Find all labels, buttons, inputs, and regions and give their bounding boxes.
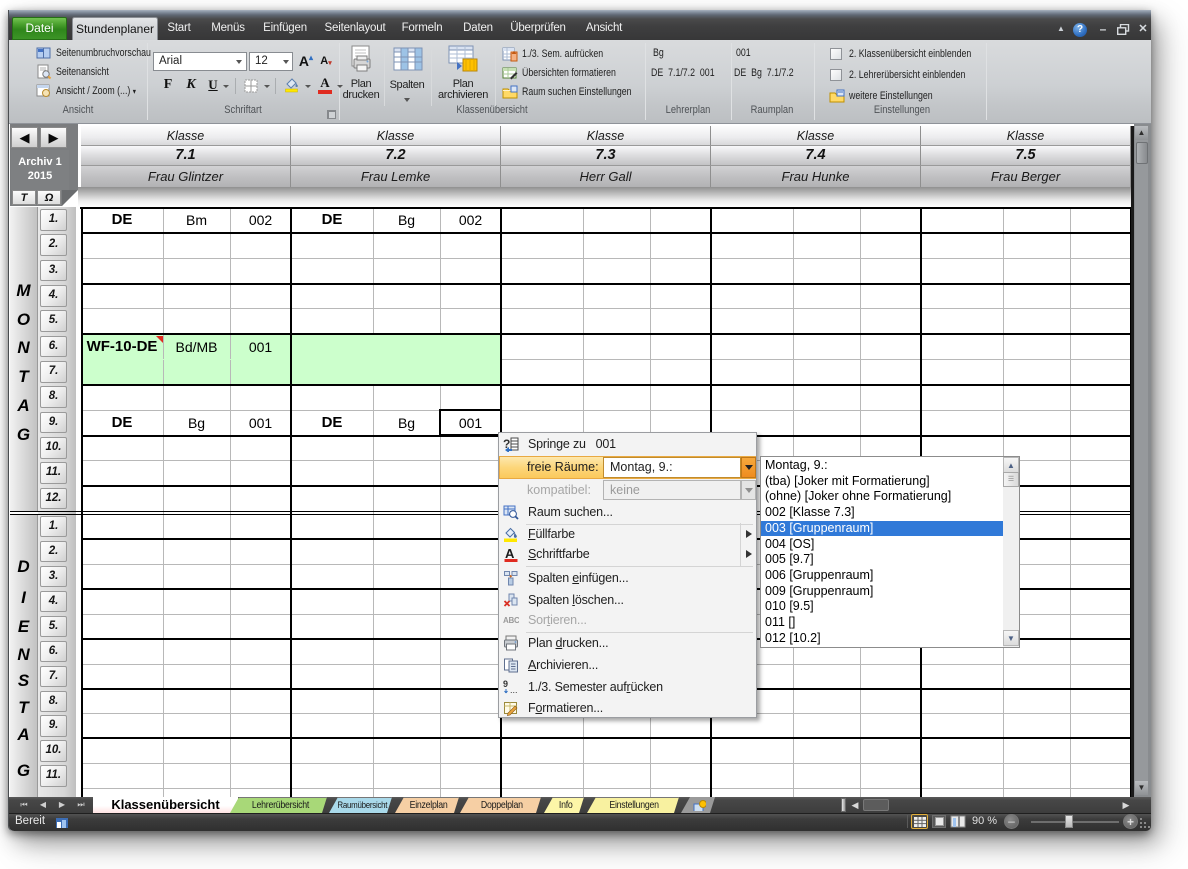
svg-text:...: ... xyxy=(510,685,518,695)
svg-text:A: A xyxy=(505,546,515,561)
svg-text:9: 9 xyxy=(503,679,508,689)
svg-text:C: C xyxy=(514,616,519,625)
